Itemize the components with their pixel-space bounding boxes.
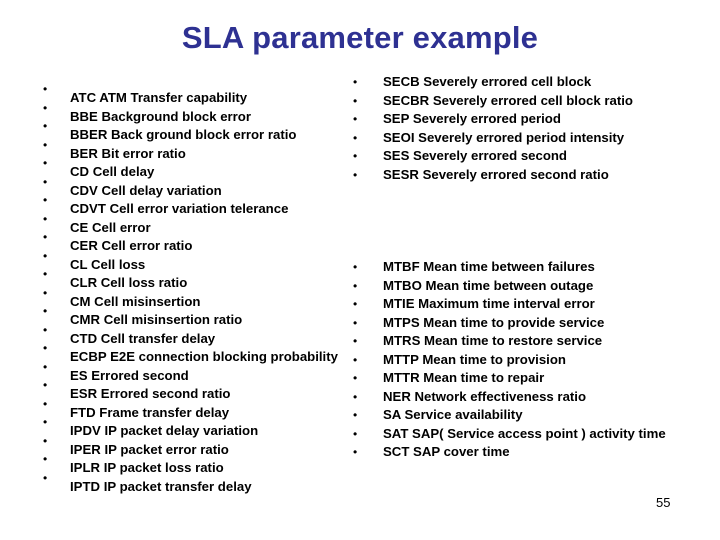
bullet-icon: • xyxy=(43,267,48,281)
bullet-icon: • xyxy=(353,445,358,459)
list-item-text: SES Severely errored second xyxy=(383,148,567,163)
bullet-icon: • xyxy=(43,174,48,189)
bullet-icon: • xyxy=(43,378,48,392)
list-item-text: MTBF Mean time between failures xyxy=(383,259,595,274)
list-item-text: SCT SAP cover time xyxy=(383,444,510,459)
bullet-icon: • xyxy=(353,352,358,367)
list-item-text: ATC ATM Transfer capability xyxy=(70,90,248,105)
list-item-text: CL Cell loss xyxy=(70,256,146,272)
bullet-icon: • xyxy=(353,297,358,311)
list-item-text: SEOI Severely errored period intensity xyxy=(383,129,625,145)
bullet-icon: • xyxy=(353,260,358,274)
bullet-icon: • xyxy=(353,130,358,145)
bullet-icon: • xyxy=(43,248,48,263)
list-item-text: SEP Severely errored period xyxy=(383,111,561,126)
bullet-icon: • xyxy=(43,341,48,355)
list-item-text: MTTP Mean time to provision xyxy=(383,351,566,367)
list-item-text: MTTR Mean time to repair xyxy=(383,370,545,385)
bullet-icon: • xyxy=(353,389,358,404)
list-item-text: MTIE Maximum time interval error xyxy=(383,296,595,311)
bullet-icon: • xyxy=(353,315,358,330)
bullet-icon: • xyxy=(43,396,48,411)
list-item-text: ESR Errored second ratio xyxy=(70,386,231,401)
bullet-icon: • xyxy=(43,211,48,226)
bullet-icon: • xyxy=(43,452,48,466)
list-item-text: CLR Cell loss ratio xyxy=(70,275,188,290)
list-item-text: CM Cell misinsertion xyxy=(70,293,201,309)
bullet-icon: • xyxy=(353,371,358,385)
list-item-text: SECB Severely errored cell block xyxy=(383,74,592,89)
list-item-text: NER Network effectiveness ratio xyxy=(383,388,587,404)
bullet-icon: • xyxy=(43,359,48,374)
list-item-text: BBER Back ground block error ratio xyxy=(70,127,297,142)
slide: SLA parameter example • ATC ATM Transfer … xyxy=(0,0,720,540)
bullet-icon: • xyxy=(43,156,48,170)
bullet-icon: • xyxy=(43,415,48,429)
list-item-text: CE Cell error xyxy=(70,219,151,235)
list-item-text: CMR Cell misinsertion ratio xyxy=(70,312,243,327)
bullet-icon: • xyxy=(43,230,48,244)
bullet-icon: • xyxy=(43,137,48,152)
list-item-text: CDV Cell delay variation xyxy=(70,182,222,198)
list-item-text: MTRS Mean time to restore service xyxy=(383,333,603,348)
bullet-icon: • xyxy=(353,112,358,126)
list-item-text: CER Cell error ratio xyxy=(70,238,193,253)
list-item-text: CD Cell delay xyxy=(70,164,155,179)
list-item-text: SA Service availability xyxy=(383,407,523,422)
list-item-text: SAT SAP( Service access point ) activity… xyxy=(383,425,666,441)
bullet-icon: • xyxy=(353,75,358,89)
bullet-icon: • xyxy=(353,278,358,293)
list-item-text: BBE Background block error xyxy=(70,108,251,124)
bullet-icon: • xyxy=(353,408,358,422)
list-item-text: BER Bit error ratio xyxy=(70,145,186,161)
list-item-text: IPTD IP packet transfer delay xyxy=(70,478,252,494)
bullet-icon: • xyxy=(353,167,358,182)
bullet-icon: • xyxy=(353,149,358,163)
list-item-text: CTD Cell transfer delay xyxy=(70,330,216,346)
bullet-icon: • xyxy=(43,119,48,133)
list-item-text: MTBO Mean time between outage xyxy=(383,277,594,293)
bullet-icon: • xyxy=(43,285,48,300)
bullet-icon: • xyxy=(43,304,48,318)
list-item-text: FTD Frame transfer delay xyxy=(70,404,230,420)
bullet-icon: • xyxy=(353,426,358,441)
list-item-text: IPDV IP packet delay variation xyxy=(70,423,259,438)
bullet-icon: • xyxy=(43,193,48,207)
list-item-text: ES Errored second xyxy=(70,367,189,383)
slide-title: SLA parameter example xyxy=(181,20,539,55)
list-item-text: SECBR Severely errored cell block ratio xyxy=(383,92,633,108)
list-item-text: CDVT Cell error variation telerance xyxy=(70,201,289,216)
list-item-text: SESR Severely errored second ratio xyxy=(383,166,609,182)
page-number: 55 xyxy=(656,495,671,510)
list-item-text: IPER IP packet error ratio xyxy=(70,441,229,457)
bullet-icon: • xyxy=(43,433,48,448)
list-item-text: MTPS Mean time to provide service xyxy=(383,314,605,330)
bullet-icon: • xyxy=(353,93,358,108)
list-item-text: IPLR IP packet loss ratio xyxy=(70,460,224,475)
bullet-icon: • xyxy=(43,100,48,115)
bullet-icon: • xyxy=(43,322,48,337)
bullet-icon: • xyxy=(353,334,358,348)
bullet-icon: • xyxy=(43,470,48,485)
bullet-icon: • xyxy=(43,82,48,96)
list-item-text: ECBP E2E connection blocking probability xyxy=(70,349,338,364)
